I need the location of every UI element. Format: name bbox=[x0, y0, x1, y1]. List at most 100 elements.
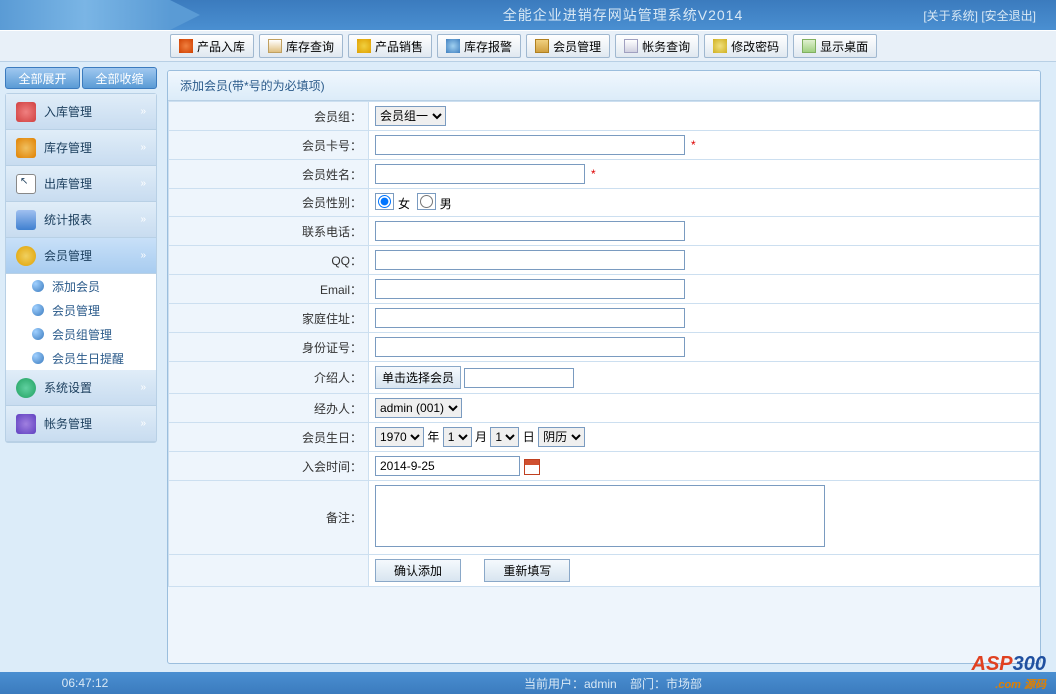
label-referrer: 介绍人： bbox=[169, 362, 369, 394]
idcard-input[interactable] bbox=[375, 337, 685, 357]
gender-male-radio[interactable] bbox=[420, 195, 433, 208]
label-gender: 会员性别： bbox=[169, 189, 369, 217]
chevron-right-icon: » bbox=[140, 142, 146, 153]
label-group: 会员组： bbox=[169, 102, 369, 131]
content: 添加会员(带*号的为必填项) 会员组： 会员组一 会员卡号： * 会员姓名： *… bbox=[162, 62, 1056, 672]
chevron-right-icon: » bbox=[140, 106, 146, 117]
day-label: 日 bbox=[523, 430, 535, 444]
stock-icon bbox=[16, 138, 36, 158]
member-form: 会员组： 会员组一 会员卡号： * 会员姓名： * 会员性别： 女 男 联系电话… bbox=[168, 101, 1040, 587]
tool-product-sale[interactable]: 产品销售 bbox=[348, 34, 432, 58]
gender-female-wrap[interactable] bbox=[375, 193, 394, 210]
tool-label: 库存报警 bbox=[464, 38, 512, 55]
tool-account-query[interactable]: 帐务查询 bbox=[615, 34, 699, 58]
sub-birthday-remind[interactable]: 会员生日提醒 bbox=[6, 346, 156, 370]
account-icon bbox=[16, 414, 36, 434]
referrer-button[interactable]: 单击选择会员 bbox=[375, 366, 461, 389]
sidebar-label: 帐务管理 bbox=[44, 415, 92, 432]
dept-prefix: 部门： bbox=[630, 677, 666, 691]
required-mark: * bbox=[691, 138, 696, 152]
sub-member-group[interactable]: 会员组管理 bbox=[6, 322, 156, 346]
about-link[interactable]: [关于系统] bbox=[923, 9, 978, 23]
tool-label: 库存查询 bbox=[286, 38, 334, 55]
sidebar-panel: 入库管理» 库存管理» ↖出库管理» 统计报表» 会员管理» 添加会员 会员管理… bbox=[5, 93, 157, 443]
sidebar-item-reports[interactable]: 统计报表» bbox=[6, 202, 156, 238]
footer-time: 06:47:12 bbox=[0, 676, 170, 690]
remark-textarea[interactable] bbox=[375, 485, 825, 547]
collapse-all-button[interactable]: 全部收缩 bbox=[82, 67, 157, 89]
qq-input[interactable] bbox=[375, 250, 685, 270]
inbound-icon bbox=[16, 102, 36, 122]
label-card: 会员卡号： bbox=[169, 131, 369, 160]
tool-product-in[interactable]: 产品入库 bbox=[170, 34, 254, 58]
month-label: 月 bbox=[475, 430, 487, 444]
label-email: Email： bbox=[169, 275, 369, 304]
card-input[interactable] bbox=[375, 135, 685, 155]
referrer-input[interactable] bbox=[464, 368, 574, 388]
sidebar-item-stock[interactable]: 库存管理 » bbox=[6, 130, 156, 166]
group-select[interactable]: 会员组一 bbox=[375, 106, 446, 126]
sidebar-label: 库存管理 bbox=[44, 139, 92, 156]
sidebar-item-outbound[interactable]: ↖出库管理» bbox=[6, 166, 156, 202]
calendar-type-select[interactable]: 阴历 bbox=[538, 427, 585, 447]
outbound-icon: ↖ bbox=[16, 174, 36, 194]
sidebar-top-buttons: 全部展开 全部收缩 bbox=[5, 67, 157, 89]
sidebar-label: 系统设置 bbox=[44, 379, 92, 396]
sub-label: 会员管理 bbox=[52, 302, 100, 319]
main: 全部展开 全部收缩 入库管理» 库存管理» ↖出库管理» 统计报表» 会员管理»… bbox=[0, 62, 1056, 672]
bullet-icon bbox=[32, 352, 44, 364]
logo: ASP300.com 源码 bbox=[972, 653, 1047, 692]
sidebar-item-system[interactable]: 系统设置» bbox=[6, 370, 156, 406]
exit-link[interactable]: [安全退出] bbox=[981, 9, 1036, 23]
label-name: 会员姓名： bbox=[169, 160, 369, 189]
tool-member[interactable]: 会员管理 bbox=[526, 34, 610, 58]
label-addr: 家庭住址： bbox=[169, 304, 369, 333]
name-input[interactable] bbox=[375, 164, 585, 184]
sidebar-item-inbound[interactable]: 入库管理» bbox=[6, 94, 156, 130]
label-idcard: 身份证号： bbox=[169, 333, 369, 362]
phone-input[interactable] bbox=[375, 221, 685, 241]
day-select[interactable]: 1 bbox=[490, 427, 519, 447]
tool-password[interactable]: 修改密码 bbox=[704, 34, 788, 58]
sidebar-label: 会员管理 bbox=[44, 247, 92, 264]
chevron-right-icon: » bbox=[140, 214, 146, 225]
addr-input[interactable] bbox=[375, 308, 685, 328]
header-links: [关于系统] [安全退出] bbox=[923, 7, 1036, 24]
system-icon bbox=[16, 378, 36, 398]
book-icon bbox=[624, 39, 638, 53]
toolbar: 产品入库 库存查询 产品销售 库存报警 会员管理 帐务查询 修改密码 显示桌面 bbox=[0, 30, 1056, 62]
year-label: 年 bbox=[427, 430, 439, 444]
tool-stock-query[interactable]: 库存查询 bbox=[259, 34, 343, 58]
chevron-right-icon: » bbox=[140, 178, 146, 189]
expand-all-button[interactable]: 全部展开 bbox=[5, 67, 80, 89]
operator-select[interactable]: admin (001) bbox=[375, 398, 462, 418]
submit-button[interactable]: 确认添加 bbox=[375, 559, 461, 582]
header: 全能企业进销存网站管理系统V2014 [关于系统] [安全退出] bbox=[0, 0, 1056, 30]
tool-label: 显示桌面 bbox=[820, 38, 868, 55]
sub-member-manage[interactable]: 会员管理 bbox=[6, 298, 156, 322]
sub-label: 会员生日提醒 bbox=[52, 350, 124, 367]
user-prefix: 当前用户： bbox=[524, 677, 584, 691]
year-select[interactable]: 1970 bbox=[375, 427, 424, 447]
tool-label: 修改密码 bbox=[731, 38, 779, 55]
required-mark: * bbox=[591, 167, 596, 181]
footer: 06:47:12 当前用户：admin 部门：市场部 ASP300.com 源码 bbox=[0, 672, 1056, 694]
key-icon bbox=[713, 39, 727, 53]
joindate-input[interactable] bbox=[375, 456, 520, 476]
reset-button[interactable]: 重新填写 bbox=[484, 559, 570, 582]
sub-add-member[interactable]: 添加会员 bbox=[6, 274, 156, 298]
email-input[interactable] bbox=[375, 279, 685, 299]
alert-icon bbox=[446, 39, 460, 53]
calendar-icon[interactable] bbox=[524, 459, 540, 475]
sidebar-item-member[interactable]: 会员管理» bbox=[6, 238, 156, 274]
gender-female-radio[interactable] bbox=[378, 195, 391, 208]
bullet-icon bbox=[32, 328, 44, 340]
tool-desktop[interactable]: 显示桌面 bbox=[793, 34, 877, 58]
bullet-icon bbox=[32, 304, 44, 316]
current-dept: 市场部 bbox=[666, 677, 702, 691]
sidebar-item-account[interactable]: 帐务管理» bbox=[6, 406, 156, 442]
gender-male-wrap[interactable] bbox=[417, 193, 436, 210]
tool-stock-alert[interactable]: 库存报警 bbox=[437, 34, 521, 58]
label-remark: 备注： bbox=[169, 481, 369, 555]
month-select[interactable]: 1 bbox=[443, 427, 472, 447]
